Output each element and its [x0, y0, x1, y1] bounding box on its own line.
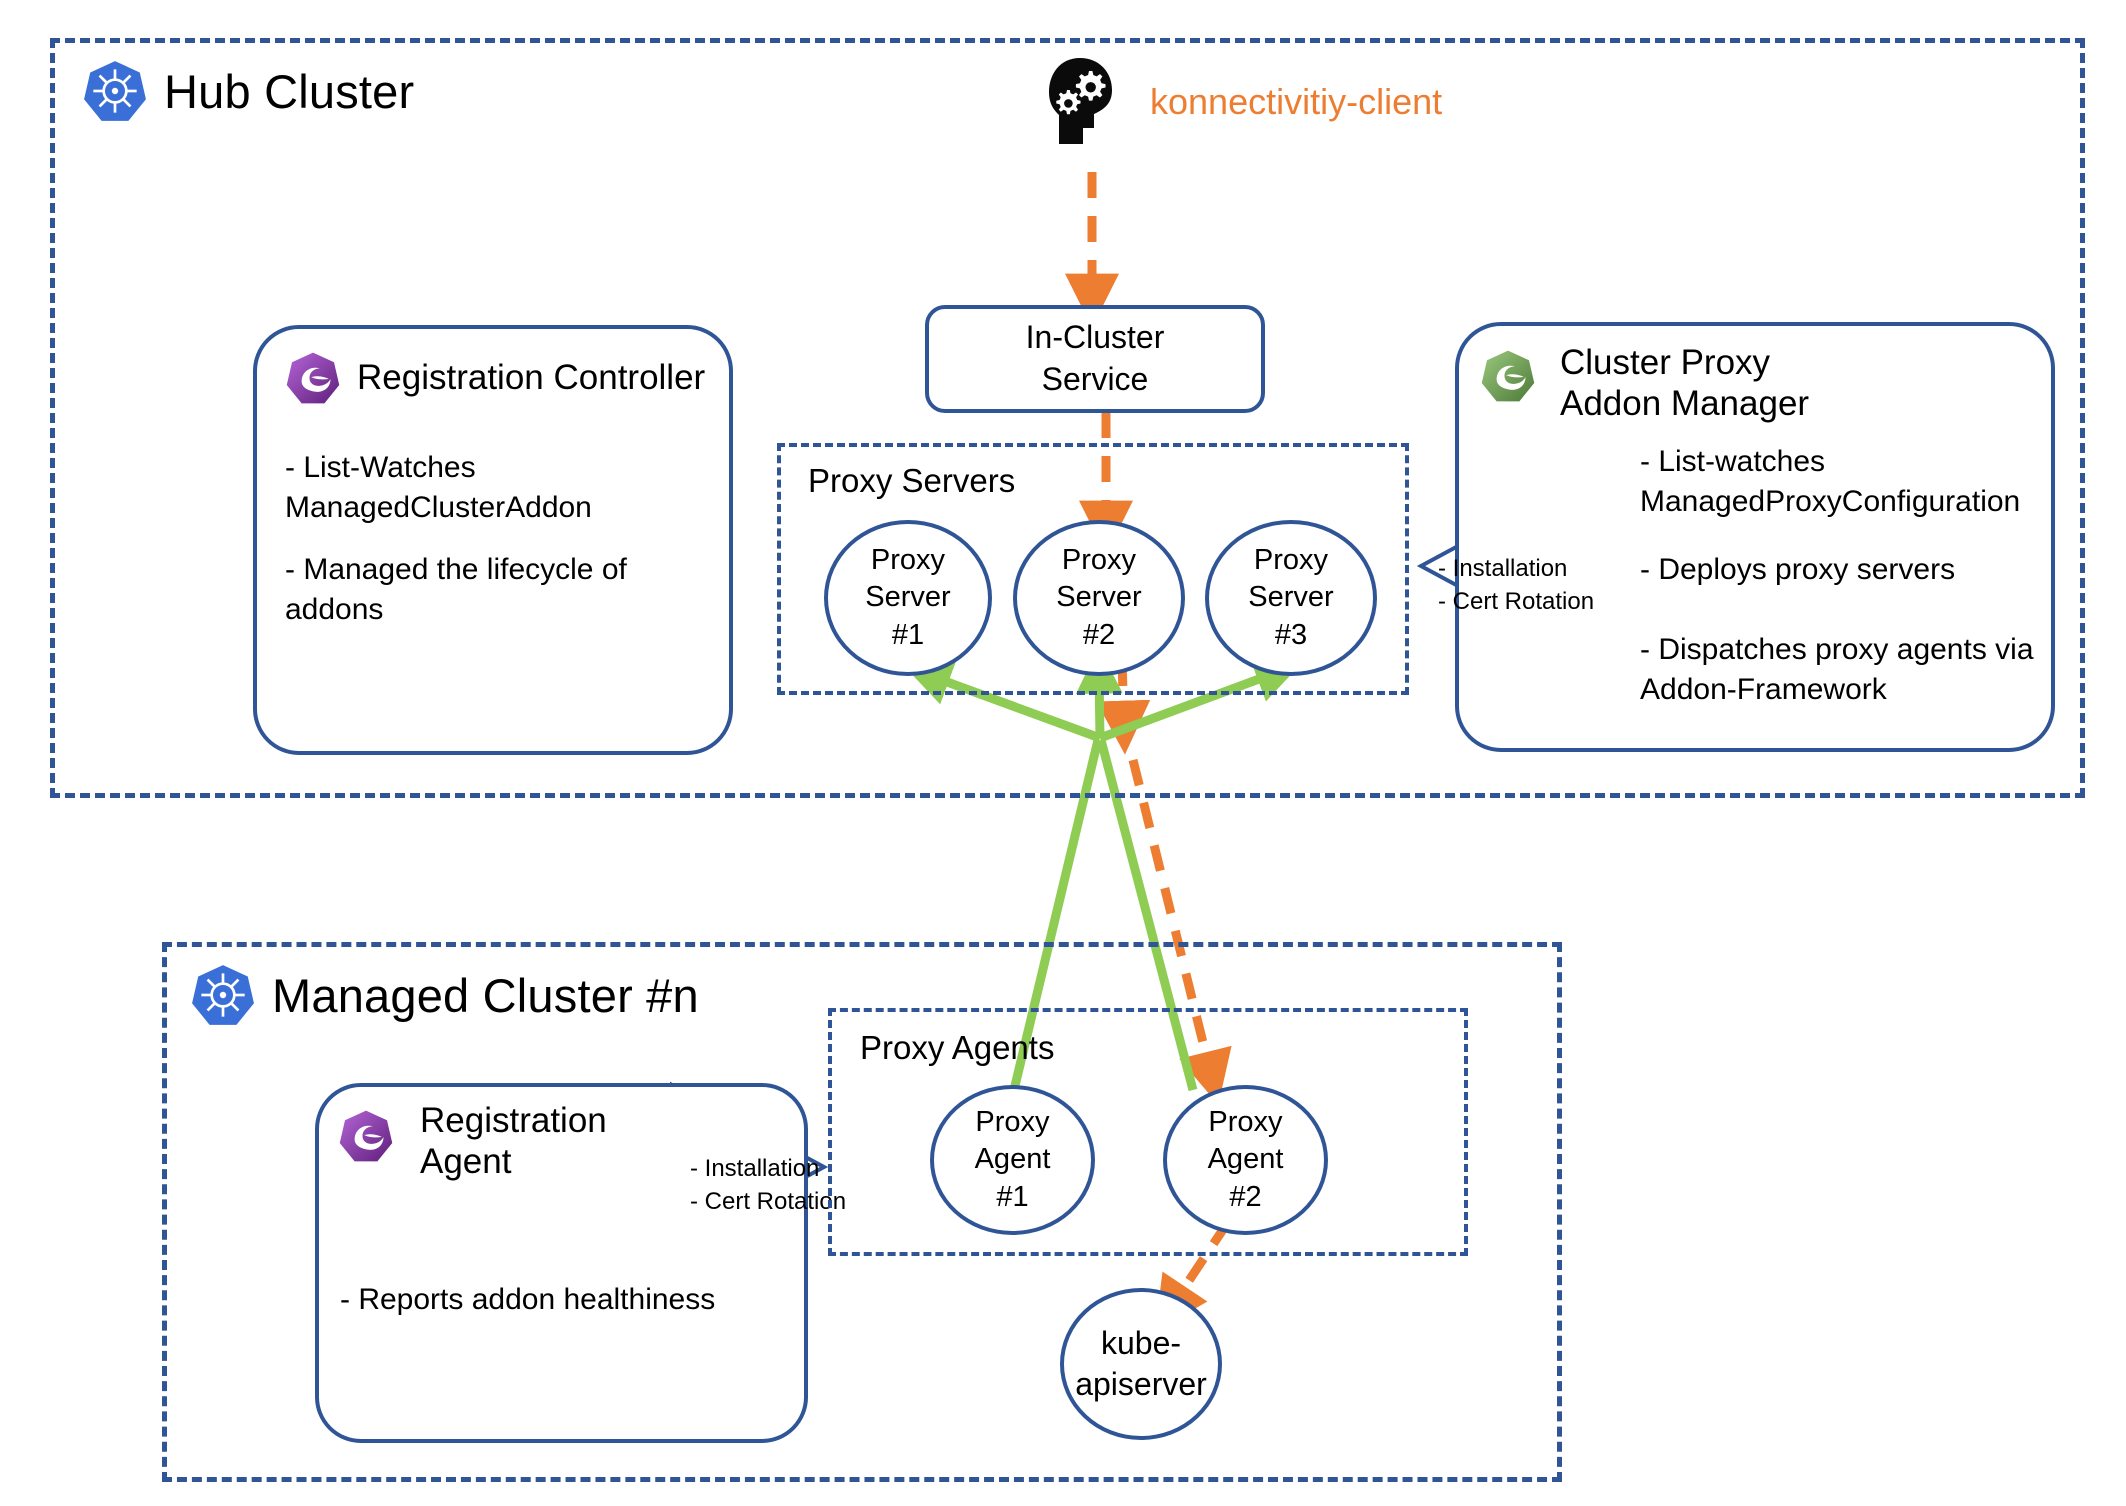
managed-cluster-header: Managed Cluster #n	[190, 962, 699, 1028]
cpam-title-line2: Addon Manager	[1560, 384, 1810, 424]
kube-apiserver-label: kube- apiserver	[1075, 1323, 1207, 1405]
kubernetes-icon	[190, 962, 256, 1028]
ra-title-line2: Agent	[420, 1142, 512, 1182]
pa2-l3: #2	[1229, 1180, 1262, 1213]
registration-controller-title: Registration Controller	[357, 358, 706, 398]
cluster-proxy-addon-manager-title: Cluster Proxy Addon Manager	[1560, 342, 1809, 425]
cluster-proxy-addon-manager-header: Cluster Proxy Addon Manager	[1480, 342, 1809, 425]
proxy-agents-group-title: Proxy Agents	[860, 1029, 1055, 1066]
kas-l2: apiserver	[1075, 1366, 1207, 1402]
hub-callout-line1: - Installation	[1438, 555, 1568, 582]
managed-cluster-title: Managed Cluster #n	[272, 968, 699, 1022]
ps2-l1: Proxy	[1061, 544, 1137, 577]
ocm-purple-icon	[285, 350, 341, 406]
konnectivity-client: konnectivitiy-client	[1042, 52, 1442, 152]
in-cluster-service-line2: Service	[1041, 361, 1149, 397]
registration-controller-bullet-2: - Managed the lifecycle of addons	[285, 553, 627, 626]
cluster-proxy-addon-manager-bullet-2: - Deploys proxy servers	[1640, 553, 1956, 586]
pa1-l1: Proxy	[975, 1106, 1050, 1139]
pa1-l3: #1	[996, 1180, 1029, 1213]
proxy-servers-group-title: Proxy Servers	[808, 462, 1016, 499]
hub-callout-label: - Installation - Cert Rotation	[1438, 552, 1594, 618]
registration-agent-title: Registration Agent	[420, 1100, 607, 1183]
konnectivity-client-label: konnectivitiy-client	[1150, 81, 1443, 122]
registration-agent-header: Registration Agent	[338, 1100, 607, 1183]
ps1-l1: Proxy	[870, 544, 946, 577]
proxy-agent-node-2[interactable]: Proxy Agent #2	[1163, 1085, 1328, 1235]
hub-cluster-title: Hub Cluster	[164, 64, 415, 118]
in-cluster-service-line1: In-Cluster	[1025, 319, 1165, 356]
hub-cluster-header: Hub Cluster	[82, 58, 414, 124]
registration-controller-bullet-1: - List-Watches ManagedClusterAddon	[285, 451, 592, 524]
ra-title-line1: Registration	[420, 1101, 607, 1140]
cpam-title-line1: Cluster Proxy	[1560, 343, 1771, 382]
proxy-agent-node-1[interactable]: Proxy Agent #1	[930, 1085, 1095, 1235]
proxy-server-node-3[interactable]: Proxy Server #3	[1205, 520, 1377, 676]
kubernetes-icon	[82, 58, 148, 124]
pa2-l1: Proxy	[1208, 1106, 1283, 1139]
proxy-server-1-label: Proxy Server #1	[865, 542, 950, 653]
proxy-server-3-label: Proxy Server #3	[1248, 542, 1333, 653]
ps2-l2: Server	[1056, 581, 1142, 614]
ps3-l3: #3	[1274, 618, 1308, 651]
kube-apiserver-node[interactable]: kube- apiserver	[1060, 1288, 1222, 1440]
managed-callout-label: - Installation - Cert Rotation	[690, 1152, 846, 1218]
proxy-server-node-2[interactable]: Proxy Server #2	[1013, 520, 1185, 676]
ps2-l3: #2	[1082, 618, 1116, 651]
managed-callout-line1: - Installation	[690, 1155, 820, 1182]
ps1-l2: Server	[865, 581, 951, 614]
proxy-server-2-label: Proxy Server #2	[1056, 542, 1141, 653]
ps3-l2: Server	[1248, 581, 1334, 614]
hub-callout-line2: - Cert Rotation	[1438, 588, 1595, 616]
kas-l1: kube-	[1100, 1325, 1182, 1362]
registration-agent-bullet-1: - Reports addon healthiness	[340, 1283, 716, 1316]
proxy-server-node-1[interactable]: Proxy Server #1	[824, 520, 992, 676]
registration-controller-header: Registration Controller	[285, 350, 705, 406]
in-cluster-service-box: In-Cluster Service	[925, 305, 1265, 413]
cluster-proxy-addon-manager-bullet-1: - List-watches ManagedProxyConfiguration	[1640, 445, 2021, 518]
proxy-agent-2-label: Proxy Agent #2	[1208, 1104, 1284, 1215]
ocm-purple-icon	[338, 1108, 394, 1164]
managed-callout-line2: - Cert Rotation	[690, 1188, 847, 1216]
ps1-l3: #1	[891, 618, 925, 651]
ps3-l1: Proxy	[1253, 544, 1329, 577]
proxy-agent-1-label: Proxy Agent #1	[975, 1104, 1051, 1215]
pa1-l2: Agent	[974, 1143, 1051, 1176]
diagram-canvas: Hub Cluster konnectivitiy-client In-Clus…	[0, 0, 2126, 1506]
pa2-l2: Agent	[1207, 1143, 1284, 1176]
head-with-gears-icon	[1042, 52, 1118, 152]
cluster-proxy-addon-manager-bullet-3: - Dispatches proxy agents via Addon-Fram…	[1640, 633, 2034, 706]
ocm-green-icon	[1480, 348, 1536, 404]
